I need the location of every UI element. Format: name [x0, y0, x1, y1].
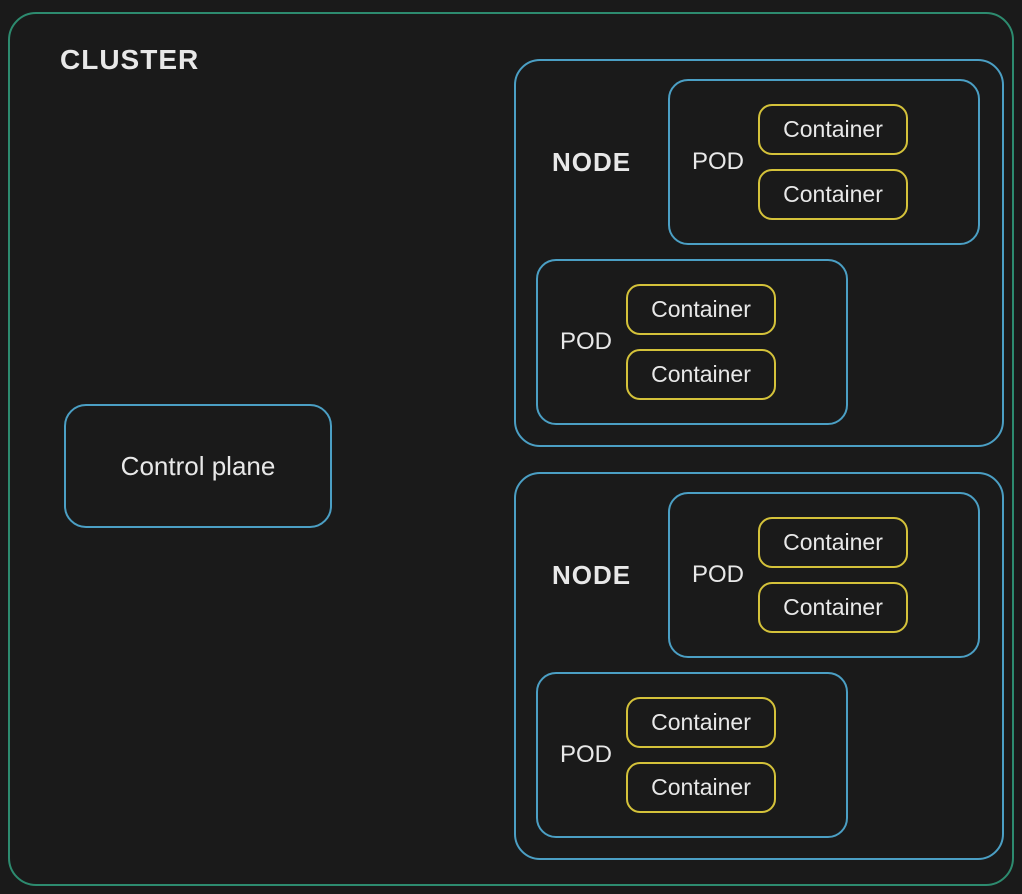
cluster-box: CLUSTER Control plane NODE POD Container… — [8, 12, 1014, 886]
pod-box: POD Container Container — [536, 672, 848, 838]
container-box: Container — [626, 284, 776, 335]
container-box: Container — [626, 762, 776, 813]
container-box: Container — [626, 697, 776, 748]
pod-label: POD — [692, 148, 744, 176]
control-plane-box: Control plane — [64, 404, 332, 528]
pod-box: POD Container Container — [668, 79, 980, 245]
container-box: Container — [758, 517, 908, 568]
container-box: Container — [758, 104, 908, 155]
container-stack: Container Container — [758, 104, 908, 220]
pod-box: POD Container Container — [536, 259, 848, 425]
container-stack: Container Container — [626, 284, 776, 400]
container-stack: Container Container — [758, 517, 908, 633]
pod-box: POD Container Container — [668, 492, 980, 658]
pod-label: POD — [560, 328, 612, 356]
container-box: Container — [626, 349, 776, 400]
node-label: NODE — [552, 560, 631, 591]
container-box: Container — [758, 169, 908, 220]
control-plane-label: Control plane — [121, 451, 276, 482]
container-stack: Container Container — [626, 697, 776, 813]
node-box: NODE POD Container Container POD Contain… — [514, 472, 1004, 860]
node-label: NODE — [552, 147, 631, 178]
pod-label: POD — [560, 741, 612, 769]
container-box: Container — [758, 582, 908, 633]
pod-label: POD — [692, 561, 744, 589]
node-box: NODE POD Container Container POD Contain… — [514, 59, 1004, 447]
